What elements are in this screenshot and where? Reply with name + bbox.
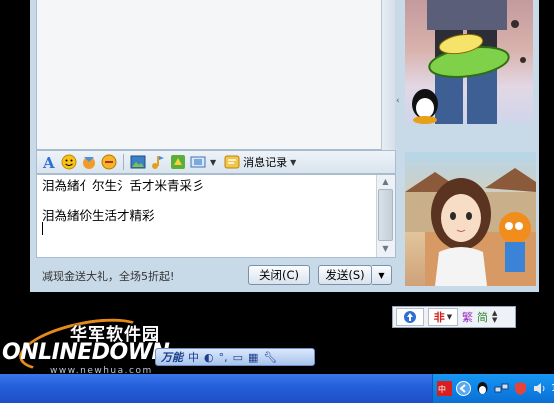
send-button[interactable]: 发送(S) xyxy=(318,265,372,285)
ime-switch-button[interactable] xyxy=(396,308,424,326)
volume-icon[interactable] xyxy=(532,381,547,396)
langbar-mode[interactable]: 中 xyxy=(188,349,199,365)
ime-mode-button[interactable]: 非 ▼ xyxy=(428,308,458,326)
shake-window-icon[interactable] xyxy=(101,154,117,170)
tray-expand-icon[interactable] xyxy=(456,381,471,396)
system-tray: 中 1 xyxy=(432,374,554,403)
keyboard-icon[interactable]: ▭ xyxy=(233,351,243,364)
language-bar[interactable]: 万能 中 ◐ °, ▭ ▦ 🔧︎ xyxy=(155,348,315,366)
security-icon[interactable] xyxy=(513,381,528,396)
history-label: 消息记录 xyxy=(243,156,288,169)
scroll-up-icon[interactable]: ▲ xyxy=(378,176,393,188)
my-avatar-show[interactable] xyxy=(405,152,536,286)
qq-tray-icon[interactable] xyxy=(475,381,490,396)
send-options-dropdown[interactable]: ▼ xyxy=(372,265,392,285)
emoticon-icon[interactable] xyxy=(61,154,77,170)
scene-icon[interactable] xyxy=(170,154,186,170)
ime-toolbar: 非 ▼ 繁 简 ▲ ▼ xyxy=(392,306,516,328)
svg-text:A: A xyxy=(42,154,55,170)
music-icon[interactable] xyxy=(150,154,166,170)
svg-text:中: 中 xyxy=(438,384,446,394)
punctuation-icon[interactable]: °, xyxy=(219,351,228,364)
sogou-ime-icon[interactable]: 中 xyxy=(437,381,452,396)
scroll-down-icon[interactable]: ▼ xyxy=(378,243,393,255)
half-width-icon[interactable]: ◐ xyxy=(204,351,214,364)
ime-mode-label: 非 xyxy=(433,311,445,324)
chevron-down-icon: ▼ xyxy=(290,157,297,167)
ime-arrow-icon xyxy=(404,311,416,323)
text-cursor xyxy=(42,222,43,235)
ime-spin-icon[interactable]: ▲ ▼ xyxy=(492,310,497,324)
input-line-2: 泪為緒伱生活才精彩 xyxy=(42,208,155,223)
chat-history-scrollbar[interactable] xyxy=(381,0,395,150)
panel-splitter[interactable] xyxy=(395,0,402,292)
message-toolbar: A ▼ 消息记录 ▼ xyxy=(36,150,396,174)
toolbar-separator xyxy=(123,154,124,170)
message-history-button[interactable]: 消息记录 ▼ xyxy=(224,154,296,170)
contact-show-image xyxy=(412,0,526,124)
screen-edge xyxy=(539,0,554,292)
langbar-label: 万能 xyxy=(161,351,183,364)
scrollbar-thumb[interactable] xyxy=(378,189,393,241)
message-input-text[interactable]: 泪為緒亻尔生氵舌才米青采彡 泪為緒伱生活才精彩 xyxy=(42,178,372,238)
wrench-icon[interactable]: 🔧︎ xyxy=(263,351,277,364)
menu-icon[interactable]: ▦ xyxy=(248,351,258,364)
input-line-1: 泪為緒亻尔生氵舌才米青采彡 xyxy=(42,178,205,193)
network-icon[interactable] xyxy=(494,381,509,396)
contact-avatar-show[interactable] xyxy=(405,0,533,124)
font-icon[interactable]: A xyxy=(41,154,57,170)
my-show-image xyxy=(405,168,536,286)
logo-english-text: ONLINEDOWN xyxy=(2,340,170,365)
promo-link[interactable]: 减现金送大礼，全场5折起! xyxy=(42,268,174,284)
send-image-icon[interactable] xyxy=(130,154,146,170)
close-button[interactable]: 关闭(C) xyxy=(248,265,310,285)
screenshot-dropdown-icon[interactable]: ▼ xyxy=(210,158,216,167)
screenshot-icon[interactable] xyxy=(190,154,206,170)
chat-history-pane[interactable] xyxy=(36,0,396,150)
ime-simplified-button[interactable]: 简 xyxy=(477,309,488,325)
history-icon xyxy=(224,154,240,170)
magic-emoticon-icon[interactable] xyxy=(81,154,97,170)
ime-traditional-button[interactable]: 繁 xyxy=(462,309,473,325)
